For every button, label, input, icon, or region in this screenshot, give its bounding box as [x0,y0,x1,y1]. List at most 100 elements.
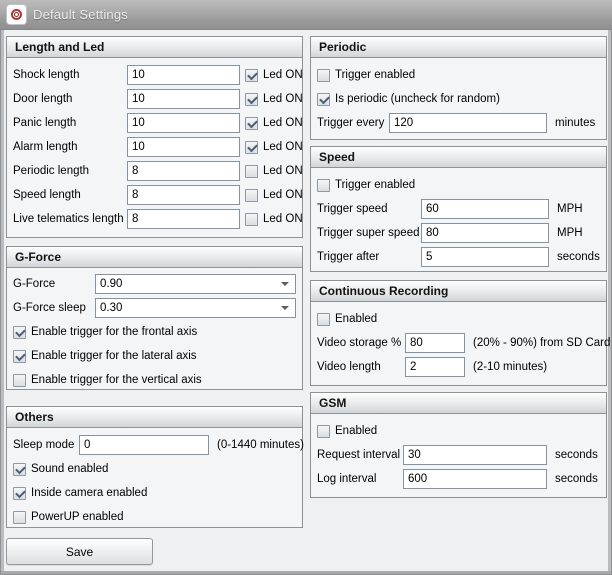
checkbox-label: Inside camera enabled [31,487,147,499]
led-on-checkbox[interactable] [245,165,258,178]
field-label: Alarm length [13,141,127,153]
led-on-checkbox[interactable] [245,93,258,106]
field-label: Door length [13,93,127,105]
continuous-enabled-checkbox[interactable] [317,313,330,326]
field-unit: minutes [555,117,595,129]
gsm-enabled-checkbox[interactable] [317,425,330,438]
group-body: Trigger enabled Trigger speed MPH Trigge… [311,168,606,273]
right-column: Periodic Trigger enabled Is periodic (un… [310,36,607,498]
chevron-down-icon [281,306,289,310]
live-telematics-length-input[interactable] [127,209,240,229]
field-label: Speed length [13,189,127,201]
field-label: Panic length [13,117,127,129]
led-on-checkbox[interactable] [245,117,258,130]
field-row: Trigger speed MPH [317,197,600,221]
checkbox-label: Trigger enabled [335,179,415,191]
is-periodic-checkbox[interactable] [317,93,330,106]
field-label: Periodic length [13,165,127,177]
field-unit: seconds [557,251,600,263]
periodic-length-input[interactable] [127,161,240,181]
video-storage-input[interactable] [405,333,465,353]
request-interval-input[interactable] [403,445,547,465]
group-body: Sleep mode (0-1440 minutes) Sound enable… [7,428,302,533]
alarm-length-input[interactable] [127,137,240,157]
field-label: Live telematics length [13,213,127,225]
trigger-every-input[interactable] [389,113,547,133]
field-label: Shock length [13,69,127,81]
field-row: Trigger every minutes [317,111,600,135]
powerup-enabled-checkbox[interactable] [13,511,26,524]
checkbox-label: Trigger enabled [335,69,415,81]
checkbox-label: Led ON [263,213,303,225]
checkbox-row: Enabled [317,307,600,331]
group-title: G-Force [7,247,302,268]
field-label: Trigger super speed [317,227,421,239]
trigger-speed-input[interactable] [421,199,549,219]
trigger-super-speed-input[interactable] [421,223,549,243]
speed-length-input[interactable] [127,185,240,205]
field-label: G-Force [13,278,95,290]
group-continuous-recording: Continuous Recording Enabled Video stora… [310,280,607,386]
log-interval-input[interactable] [403,469,547,489]
titlebar: Default Settings [0,0,612,30]
panic-length-input[interactable] [127,113,240,133]
shock-length-input[interactable] [127,65,240,85]
field-row: Trigger after seconds [317,245,600,269]
save-button[interactable]: Save [6,538,153,565]
field-label: Log interval [317,473,403,485]
checkbox-row: PowerUP enabled [13,505,296,529]
field-row: Sleep mode (0-1440 minutes) [13,433,296,457]
video-length-input[interactable] [405,357,465,377]
dropdown-value: 0.30 [100,302,122,314]
app-icon-ring [11,9,22,20]
led-on-checkbox[interactable] [245,189,258,202]
led-on-checkbox[interactable] [245,213,258,226]
checkbox-row: Inside camera enabled [13,481,296,505]
periodic-trigger-enabled-checkbox[interactable] [317,69,330,82]
led-on-checkbox[interactable] [245,141,258,154]
field-row: Request interval seconds [317,443,600,467]
group-title: Others [7,407,302,428]
gforce-dropdown[interactable]: 0.90 [95,274,296,294]
gforce-sleep-dropdown[interactable]: 0.30 [95,298,296,318]
sound-enabled-checkbox[interactable] [13,463,26,476]
field-label: Sleep mode [13,439,79,451]
trigger-after-input[interactable] [421,247,549,267]
inside-camera-checkbox[interactable] [13,487,26,500]
chevron-down-icon [281,282,289,286]
vertical-axis-checkbox[interactable] [13,374,26,387]
group-others: Others Sleep mode (0-1440 minutes) Sound… [6,406,303,528]
field-row: Shock length Led ON [13,63,296,87]
window-title: Default Settings [33,7,128,22]
field-label: Request interval [317,449,403,461]
field-hint: (20% - 90%) from SD Card [473,337,610,349]
group-title: Length and Led [7,37,302,58]
checkbox-label: Enable trigger for the vertical axis [31,374,202,386]
group-body: Shock length Led ON Door length Led ON P… [7,58,302,235]
group-title: GSM [311,393,606,414]
field-label: Video length [317,361,405,373]
checkbox-row: Trigger enabled [317,173,600,197]
group-title: Periodic [311,37,606,58]
door-length-input[interactable] [127,89,240,109]
field-row: Alarm length Led ON [13,135,296,159]
checkbox-label: Led ON [263,69,303,81]
field-row: Periodic length Led ON [13,159,296,183]
group-title: Speed [311,147,606,168]
speed-trigger-enabled-checkbox[interactable] [317,179,330,192]
field-row: Panic length Led ON [13,111,296,135]
group-periodic: Periodic Trigger enabled Is periodic (un… [310,36,607,140]
lateral-axis-checkbox[interactable] [13,350,26,363]
group-speed: Speed Trigger enabled Trigger speed MPH … [310,146,607,272]
checkbox-row: Enable trigger for the frontal axis [13,320,296,344]
field-label: Trigger every [317,117,389,129]
group-gforce: G-Force G-Force 0.90 G-Force sleep 0.30 [6,246,303,390]
checkbox-row: Sound enabled [13,457,296,481]
group-body: Enabled Request interval seconds Log int… [311,414,606,495]
frontal-axis-checkbox[interactable] [13,326,26,339]
checkbox-row: Enable trigger for the vertical axis [13,368,296,392]
field-row: Video length (2-10 minutes) [317,355,600,379]
sleep-mode-input[interactable] [79,435,209,455]
checkbox-label: Enable trigger for the lateral axis [31,350,197,362]
led-on-checkbox[interactable] [245,69,258,82]
